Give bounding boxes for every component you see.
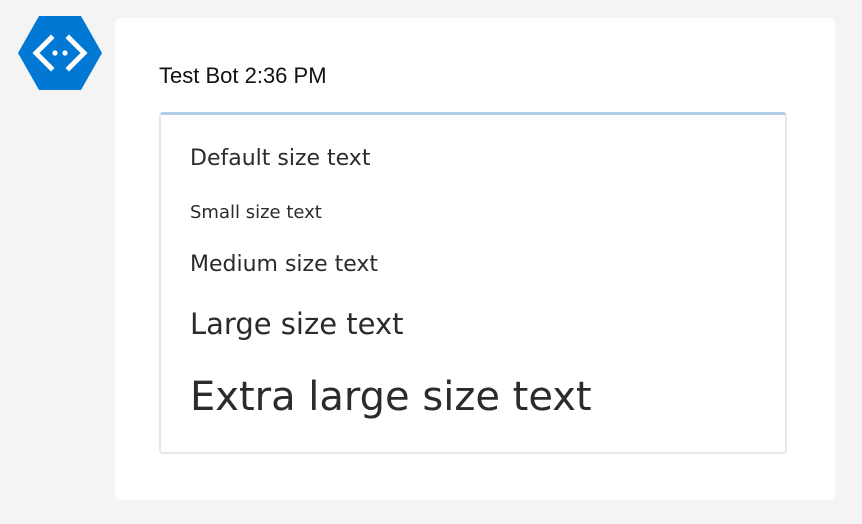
- message-sender-timestamp: Test Bot 2:36 PM: [159, 63, 327, 88]
- card-text-medium: Medium size text: [190, 252, 379, 277]
- card-text-extra-large: Extra large size text: [190, 374, 592, 420]
- bot-avatar: [18, 16, 102, 90]
- message-bubble: Test Bot 2:36 PM Default size text Small…: [115, 18, 835, 500]
- card-text-large: Large size text: [190, 307, 404, 341]
- chat-window: Test Bot 2:36 PM Default size text Small…: [0, 0, 862, 524]
- bot-code-hexagon-icon: [18, 16, 102, 90]
- adaptive-card: Default size text Small size text Medium…: [159, 112, 787, 454]
- card-text-small: Small size text: [190, 202, 322, 223]
- card-text-default: Default size text: [190, 146, 371, 171]
